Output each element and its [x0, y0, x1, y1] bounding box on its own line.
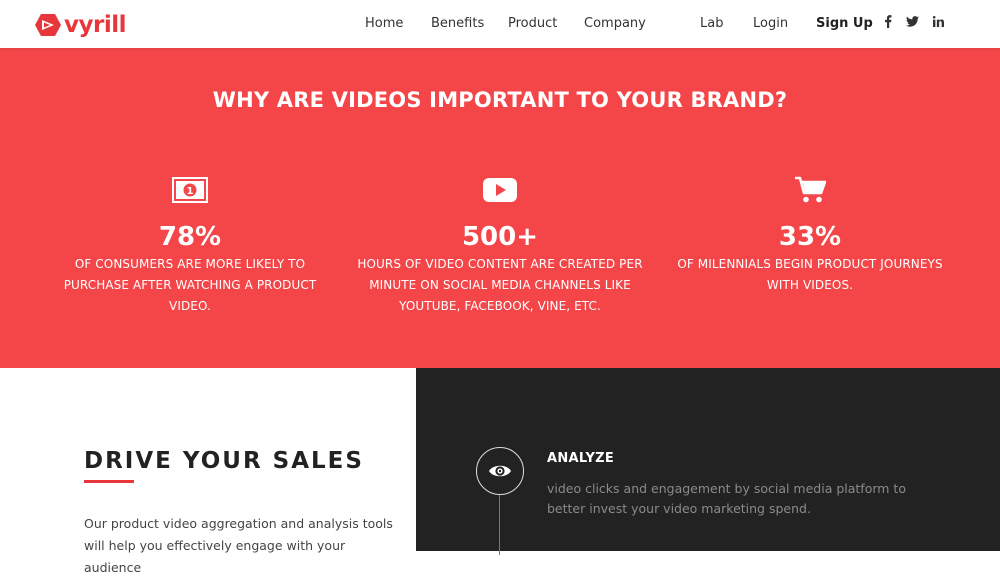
- why-videos-section: WHY ARE VIDEOS IMPORTANT TO YOUR BRAND? …: [0, 48, 1000, 368]
- nav-benefits[interactable]: Benefits: [431, 16, 484, 32]
- stat-description: OF MILENNIALS BEGIN PRODUCT JOURNEYS WIT…: [677, 257, 943, 292]
- nav-login[interactable]: Login: [753, 16, 788, 32]
- feature-title: ANALYZE: [547, 451, 615, 466]
- logo[interactable]: vyrill: [35, 12, 126, 38]
- eye-icon: [476, 447, 524, 495]
- feature-description: video clicks and engagement by social me…: [547, 481, 906, 516]
- section-title: DRIVE YOUR SALES: [84, 448, 364, 474]
- nav-home[interactable]: Home: [365, 16, 403, 32]
- stat-description: OF CONSUMERS ARE MORE LIKELY TO PURCHASE…: [63, 257, 317, 313]
- title-underline: [84, 480, 134, 483]
- nav-signup[interactable]: Sign Up: [816, 16, 873, 32]
- section-heading: WHY ARE VIDEOS IMPORTANT TO YOUR BRAND?: [212, 88, 788, 112]
- features-panel: ANALYZE video clicks and engagement by s…: [416, 368, 1000, 555]
- logo-hexagon-icon: [35, 14, 61, 36]
- stat-card: 1 78% OF CONSUMERS ARE MORE LIKELY TO PU…: [40, 176, 340, 317]
- stat-card: 33% OF MILENNIALS BEGIN PRODUCT JOURNEYS…: [660, 176, 960, 296]
- nav-company[interactable]: Company: [584, 16, 646, 32]
- stat-card: 500+ HOURS OF VIDEO CONTENT ARE CREATED …: [350, 176, 650, 317]
- twitter-icon[interactable]: [906, 15, 919, 31]
- nav-product[interactable]: Product: [508, 16, 557, 32]
- cart-icon: [660, 176, 960, 204]
- section-body: Our product video aggregation and analys…: [84, 516, 393, 575]
- stat-value: 78%: [158, 222, 222, 252]
- timeline-connector: [499, 495, 500, 555]
- play-icon: [350, 176, 650, 204]
- linkedin-icon[interactable]: [932, 15, 944, 31]
- nav-lab[interactable]: Lab: [700, 16, 723, 32]
- stat-value: 500+: [461, 222, 539, 252]
- drive-sales-section: DRIVE YOUR SALES Our product video aggre…: [0, 368, 416, 575]
- logo-text: vyrill: [64, 12, 126, 38]
- svg-text:1: 1: [187, 186, 194, 197]
- facebook-icon[interactable]: [884, 15, 892, 32]
- stat-value: 33%: [778, 222, 842, 252]
- stat-description: HOURS OF VIDEO CONTENT ARE CREATED PER M…: [357, 257, 643, 313]
- money-icon: 1: [40, 176, 340, 204]
- top-navigation: vyrill Home Benefits Product Company Lab…: [0, 0, 1000, 48]
